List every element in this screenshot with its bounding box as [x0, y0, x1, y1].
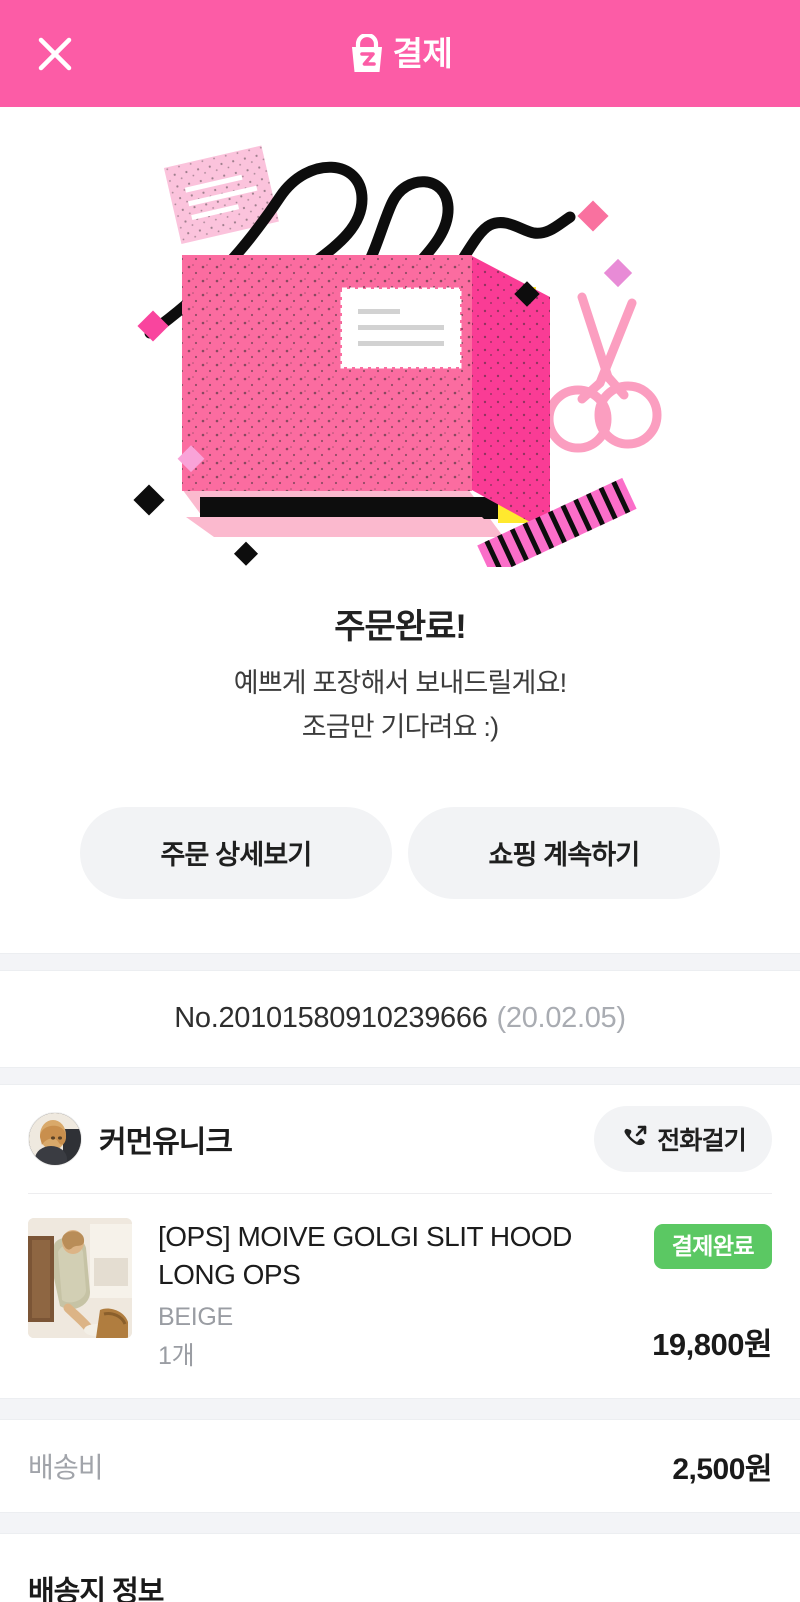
product-name: [OPS] MOIVE GOLGI SLIT HOOD LONG OPS: [158, 1220, 572, 1291]
product-price: 19,800원: [652, 1326, 772, 1362]
order-number-row: No.20101580910239666 (20.02.05): [0, 970, 800, 1067]
shipping-fee-label: 배송비: [28, 1451, 104, 1483]
call-shop-button[interactable]: 전화걸기: [594, 1105, 772, 1172]
close-icon: [38, 37, 72, 70]
product-row[interactable]: [OPS] MOIVE GOLGI SLIT HOOD LONG OPS BEI…: [0, 1193, 800, 1398]
call-shop-label: 전화걸기: [657, 1126, 747, 1155]
pink-package-envelope-illustration: [133, 145, 662, 567]
completion-title: 주문완료!: [334, 608, 466, 646]
section-divider-band-delivery: [0, 1511, 800, 1534]
action-button-group: 주문 상세보기 쇼핑 계속하기: [0, 806, 800, 899]
order-complete-screen: 결제 주문완료! 예쁘게 포장해서 보내드릴게요! 조금만 기다려요:) 주문…: [0, 0, 800, 1602]
order-number: No.20101580910239666: [174, 1002, 488, 1035]
product-thumbnail-image: [28, 1217, 132, 1338]
completion-messages: 주문완료! 예쁘게 포장해서 보내드릴게요! 조금만 기다려요 :): [0, 597, 800, 749]
shipping-fee-row: 배송비 2,500원: [0, 1419, 800, 1512]
app-header: 결제: [0, 0, 800, 107]
section-divider-band-fee: [0, 1397, 800, 1420]
avatar-image: [29, 1112, 81, 1165]
order-date: (20.02.05): [496, 1002, 627, 1035]
section-divider-band-top: [0, 952, 800, 971]
shipping-fee-value: 2,500원: [672, 1452, 772, 1486]
section-divider-band-middle: [0, 1066, 800, 1085]
continue-shopping-button[interactable]: 쇼핑 계속하기: [408, 806, 720, 899]
completion-subtitle-line2: 조금만 기다려요 :): [301, 711, 499, 742]
phone-outgoing-icon: [624, 1125, 647, 1145]
delivery-info-title: 배송지 정보: [28, 1575, 164, 1602]
shop-name: 커먼유니크: [99, 1125, 233, 1159]
header-title: 결제: [392, 35, 453, 72]
shopping-bag-z-icon: [351, 33, 382, 72]
order-detail-button[interactable]: 주문 상세보기: [80, 806, 392, 899]
shop-row[interactable]: 커먼유니크 전화걸기: [0, 1084, 800, 1193]
header-brand: 결제: [348, 33, 453, 74]
delivery-info-section: 배송지 정보: [0, 1533, 800, 1602]
product-thumbnail[interactable]: [28, 1217, 132, 1338]
hero-illustration-area: [0, 107, 800, 597]
close-button[interactable]: [28, 27, 82, 81]
shop-avatar: [28, 1111, 82, 1166]
completion-subtitle-line1: 예쁘게 포장해서 보내드릴게요!: [233, 667, 567, 698]
status-badge: 결제완료: [653, 1223, 772, 1269]
